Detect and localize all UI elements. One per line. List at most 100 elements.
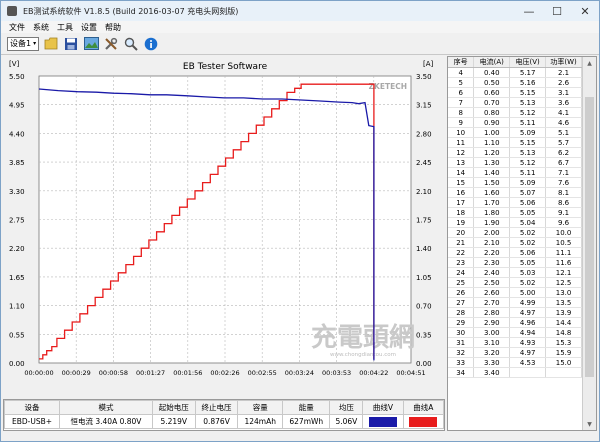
table-row[interactable]: 26 2.60 5.00 13.0 bbox=[448, 287, 582, 298]
right-tick-label: 1.75 bbox=[416, 217, 432, 225]
voltage-current-chart[interactable]: 0.00 0.55 1.10 1.65 2.20 2.75 3.30 3.85 4.40 4.95… bbox=[3, 56, 443, 396]
table-row[interactable]: 12 1.20 5.13 6.2 bbox=[448, 147, 582, 158]
table-row[interactable]: 30 3.00 4.94 14.8 bbox=[448, 327, 582, 338]
left-tick-label: 4.95 bbox=[9, 102, 25, 110]
table-row[interactable]: 7 0.70 5.13 3.6 bbox=[448, 97, 582, 108]
table-row[interactable]: 23 2.30 5.05 11.6 bbox=[448, 257, 582, 268]
row-current: 1.60 bbox=[473, 187, 511, 198]
row-current: 1.20 bbox=[473, 147, 511, 158]
summary-capacity: 124mAh bbox=[237, 414, 284, 429]
table-row[interactable]: 6 0.60 5.15 3.1 bbox=[448, 87, 582, 98]
row-current: 0.60 bbox=[473, 87, 511, 98]
scroll-down-icon[interactable]: ▼ bbox=[583, 418, 596, 430]
col-current-header[interactable]: 电流(A) bbox=[473, 57, 511, 68]
table-row[interactable]: 32 3.20 4.97 15.9 bbox=[448, 347, 582, 358]
watermark-url: www.chongdiantou.com bbox=[330, 352, 396, 358]
device-selector-label: 设备1 bbox=[10, 39, 32, 48]
row-index: 26 bbox=[448, 287, 475, 298]
menu-help[interactable]: 帮助 bbox=[105, 22, 121, 33]
table-row[interactable]: 21 2.10 5.02 10.5 bbox=[448, 237, 582, 248]
chart-panel: 0.00 0.55 1.10 1.65 2.20 2.75 3.30 3.85 4.40 4.95… bbox=[3, 56, 443, 396]
summary-avg-voltage: 5.06V bbox=[329, 414, 364, 429]
table-row[interactable]: 27 2.70 4.99 13.5 bbox=[448, 297, 582, 308]
col-power-header[interactable]: 功率(W) bbox=[545, 57, 582, 68]
table-row[interactable]: 16 1.60 5.07 8.1 bbox=[448, 187, 582, 198]
row-current: 2.70 bbox=[473, 297, 511, 308]
table-row[interactable]: 22 2.20 5.06 11.1 bbox=[448, 247, 582, 258]
table-row[interactable]: 20 2.00 5.02 10.0 bbox=[448, 227, 582, 238]
table-row[interactable]: 18 1.80 5.05 9.1 bbox=[448, 207, 582, 218]
row-index: 6 bbox=[448, 87, 475, 98]
table-row[interactable]: 24 2.40 5.03 12.1 bbox=[448, 267, 582, 278]
table-row[interactable]: 4 0.40 5.17 2.1 bbox=[448, 67, 582, 78]
open-folder-button[interactable] bbox=[43, 36, 59, 52]
save-button[interactable] bbox=[63, 36, 79, 52]
curve-v-color[interactable] bbox=[362, 414, 404, 429]
table-row[interactable]: 14 1.40 5.11 7.1 bbox=[448, 167, 582, 178]
table-row[interactable]: 15 1.50 5.09 7.6 bbox=[448, 177, 582, 188]
table-row[interactable]: 25 2.50 5.02 12.5 bbox=[448, 277, 582, 288]
wrench-icon bbox=[105, 37, 118, 50]
menu-tools[interactable]: 工具 bbox=[57, 22, 73, 33]
table-row[interactable]: 29 2.90 4.96 14.4 bbox=[448, 317, 582, 328]
menu-system[interactable]: 系统 bbox=[33, 22, 49, 33]
left-axis-unit: [V] bbox=[9, 60, 20, 68]
x-tick-label: 00:01:56 bbox=[173, 369, 202, 377]
summary-avg-voltage-header: 均压 bbox=[329, 400, 364, 415]
row-current: 2.50 bbox=[473, 277, 511, 288]
table-row[interactable]: 19 1.90 5.04 9.6 bbox=[448, 217, 582, 228]
table-row[interactable]: 33 3.30 4.53 15.0 bbox=[448, 357, 582, 368]
left-tick-label: 4.40 bbox=[9, 130, 25, 138]
table-scrollbar[interactable]: ▲ ▼ bbox=[582, 57, 596, 430]
table-row[interactable]: 5 0.50 5.16 2.6 bbox=[448, 77, 582, 88]
row-index: 15 bbox=[448, 177, 475, 188]
summary-data-row: EBD-USB+ 恒电流 3.40A 0.80V 5.219V 0.876V 1… bbox=[3, 414, 445, 429]
row-power: 3.6 bbox=[545, 97, 582, 108]
window-controls: — ☐ ✕ bbox=[515, 1, 599, 21]
col-index-header[interactable]: 序号 bbox=[448, 57, 475, 68]
row-voltage: 5.05 bbox=[509, 257, 547, 268]
menu-settings[interactable]: 设置 bbox=[81, 22, 97, 33]
x-tick-label: 00:03:53 bbox=[322, 369, 351, 377]
left-tick-label: 2.75 bbox=[9, 217, 25, 225]
watermark-logo: 充電頭網 bbox=[311, 322, 415, 353]
table-row[interactable]: 8 0.80 5.12 4.1 bbox=[448, 107, 582, 118]
summary-panel: 设备 模式 起始电压 终止电压 容量 能量 均压 曲线V 曲线A EBD-USB… bbox=[3, 399, 445, 431]
table-row[interactable]: 17 1.70 5.06 8.6 bbox=[448, 197, 582, 208]
left-tick-label: 0.00 bbox=[9, 360, 25, 368]
table-row[interactable]: 13 1.30 5.12 6.7 bbox=[448, 157, 582, 168]
x-tick-label: 00:01:27 bbox=[136, 369, 165, 377]
row-index: 5 bbox=[448, 77, 475, 88]
row-index: 19 bbox=[448, 217, 475, 228]
table-row[interactable]: 11 1.10 5.15 5.7 bbox=[448, 137, 582, 148]
menu-file[interactable]: 文件 bbox=[9, 22, 25, 33]
tools-button[interactable] bbox=[103, 36, 119, 52]
table-row[interactable]: 34 3.40 bbox=[448, 367, 582, 378]
curve-a-color[interactable] bbox=[402, 414, 445, 429]
device-selector[interactable]: 设备1 ▾ bbox=[7, 36, 40, 51]
minimize-button[interactable]: — bbox=[515, 1, 543, 21]
row-power: 13.9 bbox=[545, 307, 582, 318]
table-row[interactable]: 31 3.10 4.93 15.3 bbox=[448, 337, 582, 348]
close-button[interactable]: ✕ bbox=[571, 1, 599, 21]
row-current: 1.30 bbox=[473, 157, 511, 168]
row-voltage: 4.97 bbox=[509, 347, 547, 358]
row-power: 4.1 bbox=[545, 107, 582, 118]
maximize-button[interactable]: ☐ bbox=[543, 1, 571, 21]
screenshot-button[interactable] bbox=[83, 36, 99, 52]
right-tick-label: 1.40 bbox=[416, 245, 432, 253]
scrollbar-thumb[interactable] bbox=[585, 97, 594, 377]
row-current: 2.00 bbox=[473, 227, 511, 238]
data-table-panel: 序号 电流(A) 电压(V) 功率(W) 4 0.40 5.17 2.1 5 0.50 5.… bbox=[447, 56, 597, 431]
table-row[interactable]: 10 1.00 5.09 5.1 bbox=[448, 127, 582, 138]
row-power: 3.1 bbox=[545, 87, 582, 98]
col-voltage-header[interactable]: 电压(V) bbox=[509, 57, 547, 68]
scroll-up-icon[interactable]: ▲ bbox=[583, 57, 596, 69]
about-button[interactable] bbox=[143, 36, 159, 52]
right-tick-label: 2.10 bbox=[416, 188, 432, 196]
x-tick-label: 00:02:55 bbox=[248, 369, 277, 377]
row-current: 0.50 bbox=[473, 77, 511, 88]
table-row[interactable]: 28 2.80 4.97 13.9 bbox=[448, 307, 582, 318]
table-row[interactable]: 9 0.90 5.11 4.6 bbox=[448, 117, 582, 128]
zoom-button[interactable] bbox=[123, 36, 139, 52]
